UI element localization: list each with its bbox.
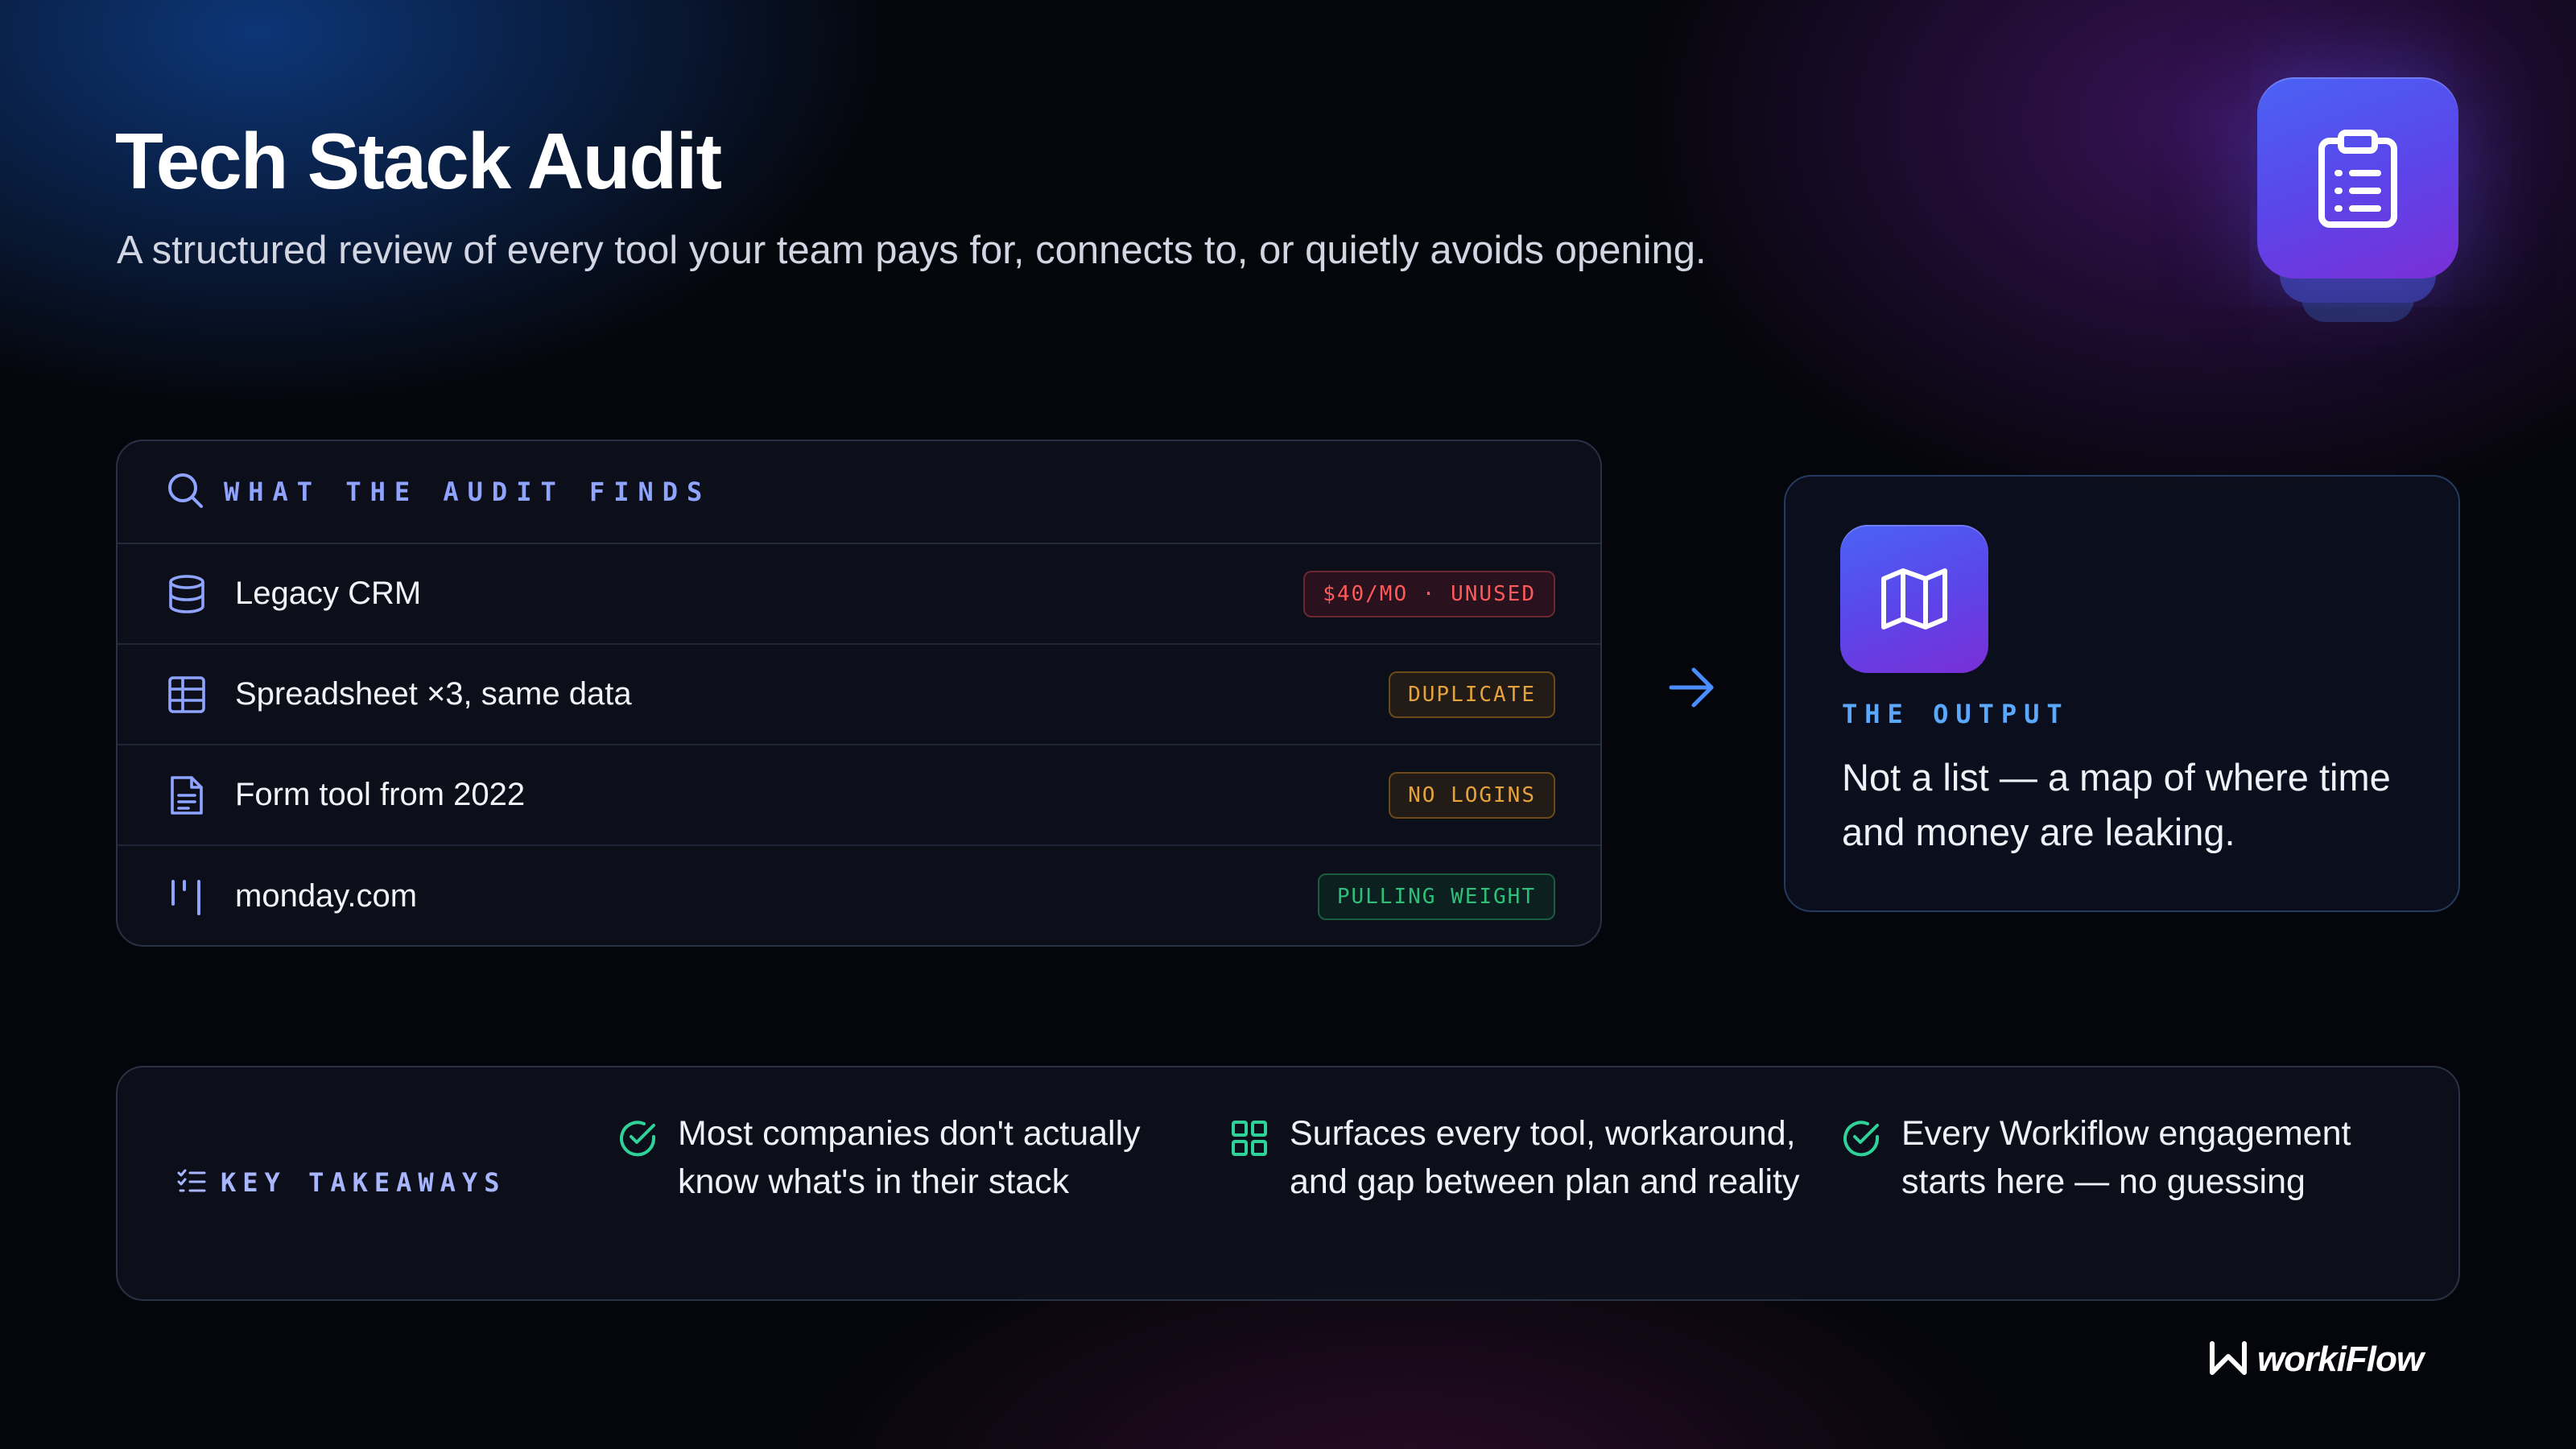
status-badge: PULLING WEIGHT	[1317, 873, 1555, 920]
check-circle-icon	[1840, 1117, 1882, 1159]
grid-icon	[1228, 1117, 1270, 1159]
takeaway-item: Every Workiflow engagement starts here —…	[1840, 1109, 2420, 1206]
audit-findings-card: WHAT THE AUDIT FINDS Legacy CRM $40/MO ·…	[116, 440, 1602, 947]
takeaways-heading: KEY TAKEAWAYS	[221, 1167, 506, 1198]
page-title: Tech Stack Audit	[115, 117, 722, 205]
finding-label: Spreadsheet ×3, same data	[235, 676, 632, 712]
search-icon	[166, 471, 204, 514]
brand-name: workiFlow	[2257, 1340, 2424, 1379]
finding-row-form-tool[interactable]: Form tool from 2022 NO LOGINS	[118, 745, 1600, 846]
findings-header: WHAT THE AUDIT FINDS	[118, 441, 1600, 544]
status-badge: NO LOGINS	[1389, 771, 1555, 819]
hero-badge	[2257, 77, 2458, 327]
takeaway-text: Most companies don't actually know what'…	[678, 1114, 1141, 1201]
status-badge: DUPLICATE	[1389, 671, 1555, 718]
output-label: THE OUTPUT	[1842, 699, 2070, 729]
arrow-right-icon	[1666, 665, 1718, 714]
check-circle-icon	[617, 1117, 658, 1159]
finding-row-legacy-crm[interactable]: Legacy CRM $40/MO · UNUSED	[118, 544, 1600, 645]
status-badge: $40/MO · UNUSED	[1303, 570, 1555, 617]
table-icon	[166, 674, 208, 716]
workiflow-logo-icon	[2209, 1340, 2248, 1380]
page-subtitle: A structured review of every tool your t…	[117, 229, 1707, 272]
output-text: Not a list — a map of where time and mon…	[1842, 756, 2391, 853]
takeaway-text: Every Workiflow engagement starts here —…	[1901, 1114, 2351, 1201]
finding-row-monday[interactable]: monday.com PULLING WEIGHT	[118, 846, 1600, 945]
takeaway-text: Surfaces every tool, workaround, and gap…	[1290, 1114, 1800, 1201]
takeaway-item: Most companies don't actually know what'…	[617, 1109, 1180, 1206]
list-check-icon	[177, 1168, 206, 1198]
document-icon	[166, 774, 208, 816]
output-card: THE OUTPUT Not a list — a map of where t…	[1784, 475, 2460, 912]
database-icon	[166, 573, 208, 615]
finding-label: Legacy CRM	[235, 576, 422, 611]
brand-logo: workiFlow	[2209, 1340, 2424, 1380]
finding-row-spreadsheet[interactable]: Spreadsheet ×3, same data DUPLICATE	[118, 645, 1600, 745]
map-icon	[1840, 525, 1988, 673]
key-takeaways-card: KEY TAKEAWAYS Most companies don't actua…	[116, 1066, 2460, 1301]
finding-label: Form tool from 2022	[235, 777, 526, 812]
findings-heading: WHAT THE AUDIT FINDS	[224, 477, 712, 507]
finding-label: monday.com	[235, 878, 418, 914]
monday-logo-icon	[166, 876, 208, 918]
clipboard-list-icon	[2257, 77, 2458, 279]
takeaway-item: Surfaces every tool, workaround, and gap…	[1228, 1109, 1808, 1206]
takeaways-header: KEY TAKEAWAYS	[177, 1167, 506, 1198]
